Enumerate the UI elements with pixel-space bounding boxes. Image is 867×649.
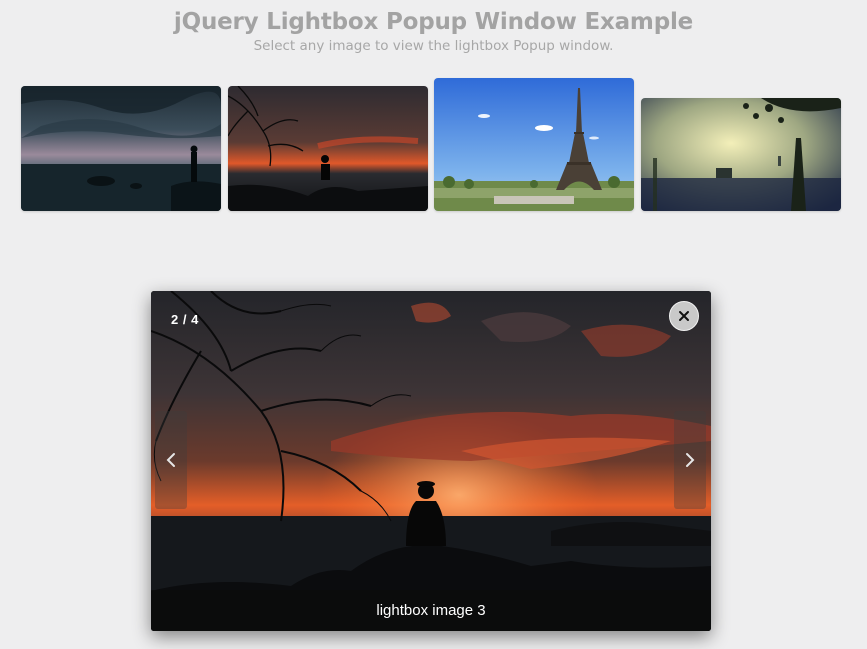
close-icon [679, 311, 689, 321]
chevron-left-icon [166, 453, 175, 467]
gallery-thumbnail-1[interactable] [21, 86, 221, 211]
previous-button[interactable] [155, 411, 187, 509]
seaside-dusk-image [21, 86, 221, 211]
lightbox-popup: 2 / 4 lightbox image 3 [151, 291, 711, 631]
lightbox-image [151, 291, 711, 631]
gallery-thumbnail-4[interactable] [641, 98, 841, 211]
page-title: jQuery Lightbox Popup Window Example [173, 9, 694, 35]
tree-sunset-image [228, 86, 428, 211]
image-counter: 2 / 4 [171, 312, 199, 327]
close-button[interactable] [669, 301, 699, 331]
chevron-right-icon [686, 453, 695, 467]
page-subtitle: Select any image to view the lightbox Po… [253, 38, 614, 54]
gallery-thumbnail-3[interactable] [434, 78, 634, 211]
image-caption: lightbox image 3 [151, 590, 711, 631]
misty-park-image [641, 98, 841, 211]
gallery-thumbnail-2[interactable] [228, 86, 428, 211]
page-header: jQuery Lightbox Popup Window Example Sel… [0, 8, 867, 55]
eiffel-tower-image [434, 78, 634, 211]
next-button[interactable] [674, 411, 706, 509]
